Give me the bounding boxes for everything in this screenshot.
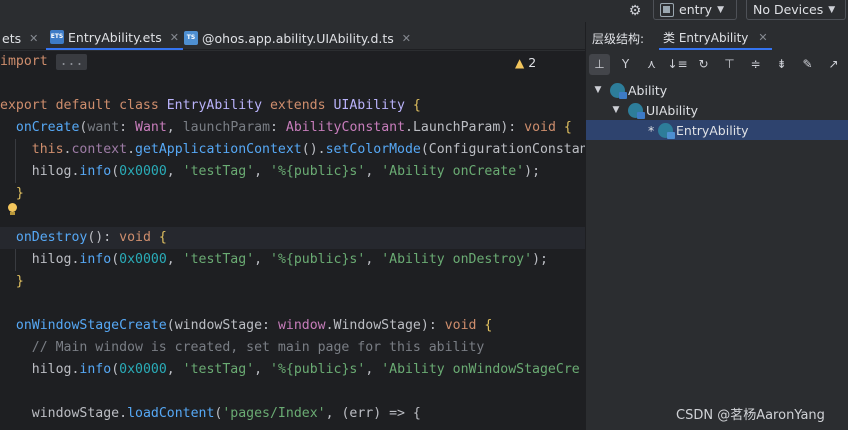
device-label: No Devices: [753, 2, 824, 17]
code-line-9: onDestroy(): void {: [0, 227, 585, 249]
lightbulb-icon[interactable]: [7, 203, 18, 216]
hierarchy-tree: ▼ Ability ▼ UIAbility * EntryAbility: [586, 80, 848, 140]
class-icon: [628, 102, 645, 119]
tab-entryability-ets[interactable]: ETS EntryAbility.ets ✕: [46, 26, 183, 50]
chevron-down-icon[interactable]: ▼: [592, 85, 604, 95]
export-icon[interactable]: ↗: [823, 54, 844, 75]
code-line-15: hilog.info(0x0000, 'testTag', '%{public}…: [31, 362, 580, 377]
code-line-7: }: [15, 186, 24, 201]
ets-file-icon: ETS: [50, 30, 64, 44]
tab-label: @ohos.app.ability.UIAbility.d.ts: [202, 30, 394, 46]
tab-uiability-dts[interactable]: TS @ohos.app.ability.UIAbility.d.ts ✕: [180, 26, 415, 50]
warnings-indicator[interactable]: ▲ 2: [515, 55, 536, 70]
sort-icon[interactable]: ↓≡: [667, 54, 688, 75]
code-line-6: hilog.info(0x0000, 'testTag', '%{public}…: [31, 164, 541, 179]
tree-node-label: UIAbility: [646, 102, 699, 118]
tab-label: EntryAbility.ets: [68, 29, 162, 45]
class-icon: [658, 122, 675, 139]
warning-icon: ▲: [515, 55, 525, 70]
code-editor[interactable]: import ... ▲ 2 export default class Entr…: [0, 51, 585, 430]
chevron-down-icon: ▼: [717, 4, 724, 15]
panel-title: 层级结构:: [592, 31, 645, 46]
code-line-11: }: [15, 274, 24, 289]
module-label: entry: [679, 2, 713, 17]
code-line-14: // Main window is created, set main page…: [31, 340, 485, 355]
module-icon: [660, 2, 674, 17]
code-line-17: windowStage.loadContent('pages/Index', (…: [31, 406, 421, 421]
tab-ets[interactable]: ets ✕: [0, 26, 42, 50]
code-line-5: this.context.getApplicationContext().set…: [31, 142, 585, 157]
panel-header: 层级结构: 类 EntryAbility ✕: [586, 26, 848, 50]
scroll-to-source-icon[interactable]: ⊤: [719, 54, 740, 75]
tree-node-label: Ability: [628, 82, 668, 98]
ts-file-icon: TS: [184, 31, 198, 45]
hierarchy-icon[interactable]: ⊥: [589, 53, 610, 75]
current-marker: *: [648, 122, 655, 138]
expand-all-icon[interactable]: ≑: [745, 54, 766, 75]
code-line-1: import ...: [0, 51, 585, 73]
code-line-3: export default class EntryAbility extend…: [0, 98, 421, 113]
code-line-10: hilog.info(0x0000, 'testTag', '%{public}…: [31, 252, 548, 267]
chevron-down-icon: ▼: [828, 4, 836, 15]
hierarchy-toolbar: ⊥ Y ⋏ ↓≡ ↻ ⊤ ≑ ⇟ ✎ ↗: [586, 52, 848, 76]
tree-node-uiability[interactable]: ▼ UIAbility: [586, 100, 848, 120]
close-icon[interactable]: ✕: [170, 31, 179, 44]
watermark: CSDN @茗杨AaronYang: [676, 408, 825, 423]
chevron-down-icon[interactable]: ▼: [610, 105, 622, 115]
hierarchy-panel: 层级结构: 类 EntryAbility ✕ ⊥ Y ⋏ ↓≡ ↻ ⊤ ≑ ⇟ …: [586, 22, 848, 430]
gear-icon[interactable]: ⚙: [626, 2, 644, 20]
subtypes-icon[interactable]: ⋏: [641, 54, 662, 75]
main-toolbar: ⚙ entry ▼ No Devices ▼: [0, 0, 848, 22]
collapse-all-icon[interactable]: ⇟: [771, 54, 792, 75]
panel-tab-label: 类 EntryAbility: [663, 30, 749, 45]
code-line-4: onCreate(want: Want, launchParam: Abilit…: [15, 120, 572, 135]
folded-imports[interactable]: ...: [55, 54, 88, 70]
warnings-count: 2: [528, 55, 537, 70]
close-icon[interactable]: ✕: [402, 32, 411, 45]
module-selector[interactable]: entry ▼: [653, 0, 737, 20]
code-line-13: onWindowStageCreate(windowStage: window.…: [15, 318, 493, 333]
refresh-icon[interactable]: ↻: [693, 54, 714, 75]
tab-class-entryability[interactable]: 类 EntryAbility ✕: [659, 26, 772, 50]
tree-node-ability[interactable]: ▼ Ability: [586, 80, 848, 100]
tree-node-label: EntryAbility: [676, 122, 749, 138]
tree-node-entryability[interactable]: * EntryAbility: [586, 120, 848, 140]
tab-label: ets: [2, 30, 22, 46]
supertypes-icon[interactable]: Y: [615, 54, 636, 75]
close-icon[interactable]: ✕: [758, 31, 767, 44]
pin-icon[interactable]: ✎: [797, 54, 818, 75]
editor-tab-bar: ets ✕ ETS EntryAbility.ets ✕ TS @ohos.ap…: [0, 26, 585, 50]
class-icon: [610, 82, 627, 99]
close-icon[interactable]: ✕: [29, 32, 38, 45]
device-selector[interactable]: No Devices ▼: [746, 0, 846, 20]
